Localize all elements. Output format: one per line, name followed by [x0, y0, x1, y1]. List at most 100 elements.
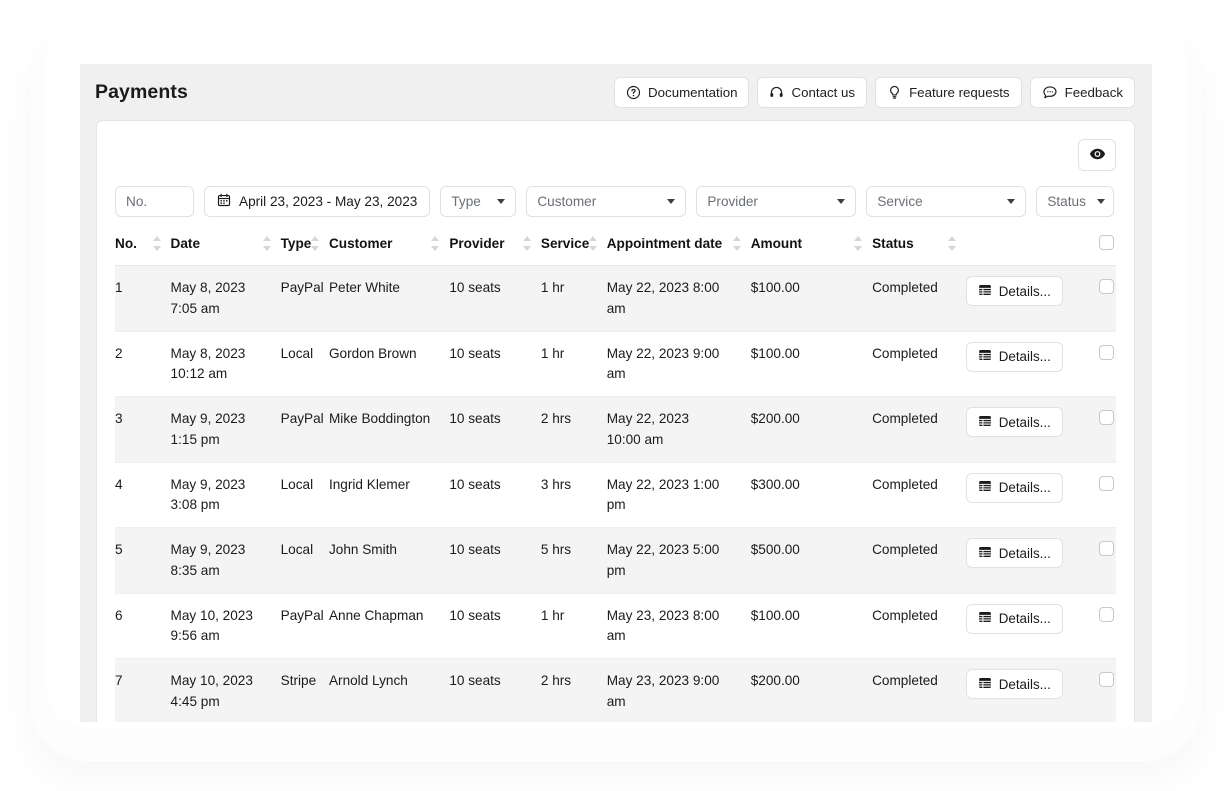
column-header-customer[interactable]: Customer: [328, 234, 450, 267]
details-button[interactable]: Details...: [965, 538, 1063, 569]
cell-provider: 10 seats: [449, 331, 541, 398]
cell-select: [1074, 265, 1116, 332]
feature-requests-button-label: Feature requests: [909, 84, 1010, 100]
cell-amount: $200.00: [750, 658, 873, 722]
sort-toggle-icon[interactable]: [854, 236, 863, 252]
table-row[interactable]: 2 May 8, 2023 10:12 am Local Gordon Brown 10 …: [115, 331, 1116, 398]
status-badge: Completed: [872, 607, 938, 623]
row-checkbox[interactable]: [1099, 475, 1114, 491]
table-row[interactable]: 6 May 10, 2023 9:56 am PayPal Anne Chapman 10…: [115, 593, 1116, 660]
calendar-icon: [217, 193, 231, 210]
cell-service: 2 hrs: [540, 396, 607, 463]
number-input[interactable]: No.: [115, 186, 194, 217]
column-header-date[interactable]: Date: [170, 234, 281, 267]
date-time: 1:15 pm: [170, 431, 220, 447]
sort-toggle-icon[interactable]: [152, 236, 161, 252]
details-button[interactable]: Details...: [965, 341, 1063, 372]
column-label: Type: [280, 236, 312, 251]
sort-toggle-icon[interactable]: [431, 236, 440, 252]
cell-service: 1 hr: [540, 265, 607, 332]
feature-requests-button[interactable]: Feature requests: [875, 76, 1022, 108]
column-header-status[interactable]: Status: [872, 234, 966, 267]
cell-type: Local: [280, 462, 329, 529]
sort-toggle-icon[interactable]: [522, 236, 531, 252]
details-button-label: Details...: [998, 480, 1051, 496]
column-header-provider[interactable]: Provider: [449, 234, 541, 267]
column-header-service[interactable]: Service: [540, 234, 607, 267]
column-label: Appointment date: [606, 236, 723, 251]
cell-no: 7: [115, 658, 171, 722]
contact-us-button[interactable]: Contact us: [757, 76, 868, 108]
provider-filter-select[interactable]: Provider: [696, 186, 857, 217]
row-checkbox[interactable]: [1099, 672, 1114, 688]
customer-filter-select[interactable]: Customer: [526, 186, 687, 217]
sort-toggle-icon[interactable]: [310, 236, 319, 252]
cell-type: PayPal: [280, 593, 329, 660]
details-button[interactable]: Details...: [965, 276, 1063, 307]
sort-toggle-icon[interactable]: [732, 236, 741, 252]
status-badge: Completed: [872, 345, 938, 361]
documentation-button[interactable]: Documentation: [614, 76, 750, 108]
cell-appointment-date: May 22, 2023 1:00 pm: [606, 462, 751, 529]
table-row[interactable]: 5 May 9, 2023 8:35 am Local John Smith 10 sea…: [115, 527, 1116, 594]
table-row[interactable]: 1 May 8, 2023 7:05 am PayPal Peter White 10 s…: [115, 265, 1116, 332]
table-body: 1 May 8, 2023 7:05 am PayPal Peter White 10 s…: [115, 265, 1116, 722]
cell-status: Completed: [872, 265, 966, 332]
table-row[interactable]: 3 May 9, 2023 1:15 pm PayPal Mike Boddington…: [115, 396, 1116, 463]
cell-date: May 10, 2023 4:45 pm: [170, 658, 281, 722]
sort-toggle-icon[interactable]: [947, 236, 956, 252]
table-icon: [978, 283, 992, 300]
row-checkbox[interactable]: [1099, 344, 1114, 360]
column-header-type[interactable]: Type: [280, 234, 329, 267]
cell-appointment-date: May 22, 2023 10:00 am: [606, 396, 751, 463]
table-icon: [978, 545, 992, 562]
filter-bar: No. April 23, 2023 - May 23, 2023 Type C…: [97, 171, 1134, 217]
table-row[interactable]: 4 May 9, 2023 3:08 pm Local Ingrid Klemer 10 …: [115, 462, 1116, 529]
payments-window: Payments Documentation Contact us Featur…: [80, 64, 1152, 722]
details-button[interactable]: Details...: [965, 603, 1063, 634]
cell-provider: 10 seats: [449, 593, 541, 660]
appt-day: May 22, 2023: [606, 411, 690, 427]
cell-service: 1 hr: [540, 331, 607, 398]
date-time: 9:56 am: [170, 628, 220, 644]
column-header-appointment-date[interactable]: Appointment date: [606, 234, 751, 267]
row-checkbox[interactable]: [1099, 410, 1114, 426]
row-checkbox[interactable]: [1099, 541, 1114, 557]
table-row[interactable]: 7 May 10, 2023 4:45 pm Stripe Arnold Lynch 10…: [115, 658, 1116, 722]
row-checkbox[interactable]: [1099, 606, 1114, 622]
cell-amount: $100.00: [750, 331, 873, 398]
details-button[interactable]: Details...: [965, 407, 1063, 438]
row-checkbox[interactable]: [1099, 279, 1114, 295]
status-badge: Completed: [872, 542, 938, 558]
cell-date: May 9, 2023 8:35 am: [170, 527, 281, 594]
feedback-button[interactable]: Feedback: [1029, 76, 1135, 108]
cell-status: Completed: [872, 527, 966, 594]
toggle-columns-button[interactable]: [1078, 139, 1116, 171]
service-filter-select[interactable]: Service: [866, 186, 1027, 217]
date-day: May 10, 2023: [170, 673, 253, 689]
appt-time: am: [606, 366, 626, 382]
column-header-no[interactable]: No.: [115, 234, 171, 267]
cell-customer: Gordon Brown: [328, 331, 450, 398]
cell-amount: $100.00: [750, 593, 873, 660]
cell-service: 5 hrs: [540, 527, 607, 594]
cell-no: 4: [115, 462, 171, 529]
select-all-checkbox[interactable]: [1099, 235, 1114, 250]
details-button[interactable]: Details...: [965, 472, 1063, 503]
column-header-amount[interactable]: Amount: [750, 234, 873, 267]
provider-filter-label: Provider: [707, 194, 758, 209]
cell-type: Local: [280, 331, 329, 398]
date-range-picker[interactable]: April 23, 2023 - May 23, 2023: [204, 186, 431, 217]
cell-actions: Details...: [965, 527, 1075, 594]
status-filter-select[interactable]: Status: [1036, 186, 1115, 217]
chevron-down-icon: [1097, 199, 1106, 204]
column-header-actions: [965, 234, 1075, 267]
date-time: 7:05 am: [170, 300, 220, 316]
details-button[interactable]: Details...: [965, 669, 1063, 700]
type-filter-select[interactable]: Type: [440, 186, 517, 217]
sort-toggle-icon[interactable]: [262, 236, 271, 252]
cell-actions: Details...: [965, 658, 1075, 722]
details-button-label: Details...: [998, 611, 1051, 627]
sort-toggle-icon[interactable]: [588, 236, 597, 252]
table-head: No. Date Type Customer Provider Service …: [115, 234, 1116, 267]
